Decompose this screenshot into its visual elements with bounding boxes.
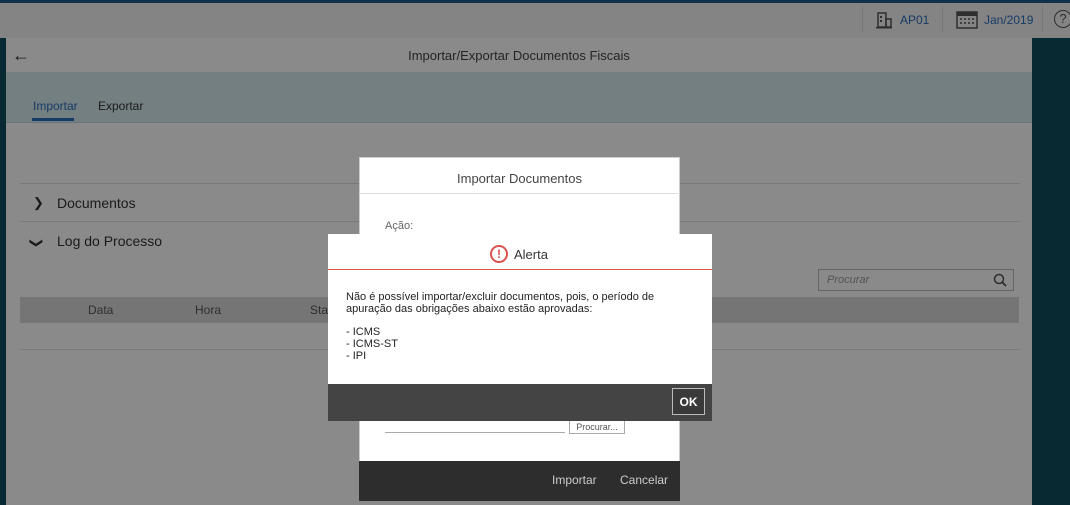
alert-message-line: apuração das obrigações abaixo estão apr… bbox=[346, 303, 593, 315]
alert-message: Não é possível importar/excluir document… bbox=[346, 291, 654, 362]
alert-title: Alerta bbox=[514, 247, 548, 262]
alert-icon: ! bbox=[490, 245, 508, 263]
alert-message-line: Não é possível importar/excluir document… bbox=[346, 291, 655, 303]
alert-item: - ICMS bbox=[346, 326, 381, 338]
ok-button[interactable]: OK bbox=[672, 388, 705, 415]
alert-item: - IPI bbox=[346, 350, 367, 362]
alert-item: - ICMS-ST bbox=[346, 338, 398, 350]
alert-footer bbox=[328, 384, 712, 421]
